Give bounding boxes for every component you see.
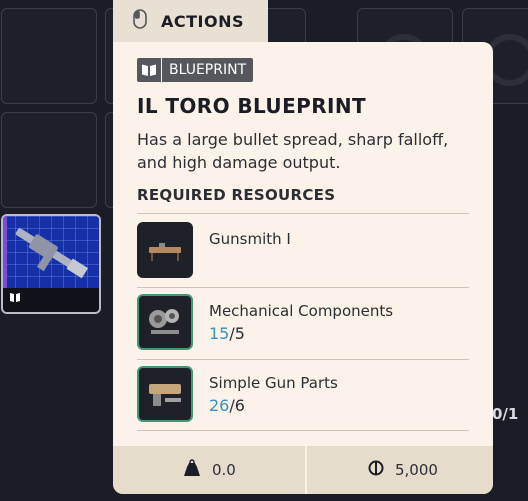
divider [137, 359, 469, 360]
price-stat: 5,000 [368, 446, 438, 494]
price-value: 5,000 [395, 461, 438, 479]
weight-value: 0.0 [212, 461, 236, 479]
coin-icon [368, 460, 384, 480]
resource-need: 6 [234, 396, 245, 415]
resource-row: Mechanical Components 15/5 [137, 294, 469, 352]
blueprint-inventory-slot[interactable] [1, 214, 101, 314]
divider [137, 430, 469, 431]
resource-need: 5 [234, 324, 245, 343]
weight-icon [183, 459, 201, 481]
slot-count-text: 0/1 [492, 405, 519, 423]
footer-divider [305, 446, 307, 494]
resource-name: Simple Gun Parts [209, 374, 338, 392]
item-type-tag: BLUEPRINT [137, 58, 254, 82]
inventory-slot[interactable] [1, 112, 97, 208]
resource-have: 15 [209, 324, 230, 343]
actions-tab[interactable]: ACTIONS [113, 0, 268, 42]
resource-row: Gunsmith I [137, 222, 469, 280]
rifle-icon [15, 228, 89, 279]
actions-tab-label: ACTIONS [161, 11, 245, 31]
resource-quantity: 15/5 [209, 324, 245, 343]
inventory-slot[interactable] [1, 8, 97, 104]
divider [137, 213, 469, 214]
mouse-icon [133, 9, 147, 33]
item-description: Has a large bullet spread, sharp falloff… [137, 130, 449, 172]
required-resources-header: REQUIRED RESOURCES [137, 186, 336, 204]
mechanical-components-icon [137, 294, 193, 350]
slot-footer [3, 288, 99, 312]
tooltip-footer: 0.0 5,000 [113, 446, 493, 494]
resource-name: Gunsmith I [209, 230, 291, 248]
weight-stat: 0.0 [183, 446, 236, 494]
resource-name: Mechanical Components [209, 302, 394, 320]
divider [137, 287, 469, 288]
gun-parts-icon [137, 366, 193, 422]
item-tooltip: BLUEPRINT IL TORO BLUEPRINT Has a large … [113, 42, 493, 494]
item-type-label: BLUEPRINT [169, 62, 247, 78]
book-icon [9, 288, 21, 307]
resource-quantity: 26/6 [209, 396, 245, 415]
workbench-icon [137, 222, 193, 278]
resource-row: Simple Gun Parts 26/6 [137, 366, 469, 424]
blueprint-thumbnail [3, 216, 99, 288]
book-icon [137, 58, 162, 82]
item-title: IL TORO BLUEPRINT [137, 94, 367, 118]
resource-have: 26 [209, 396, 230, 415]
